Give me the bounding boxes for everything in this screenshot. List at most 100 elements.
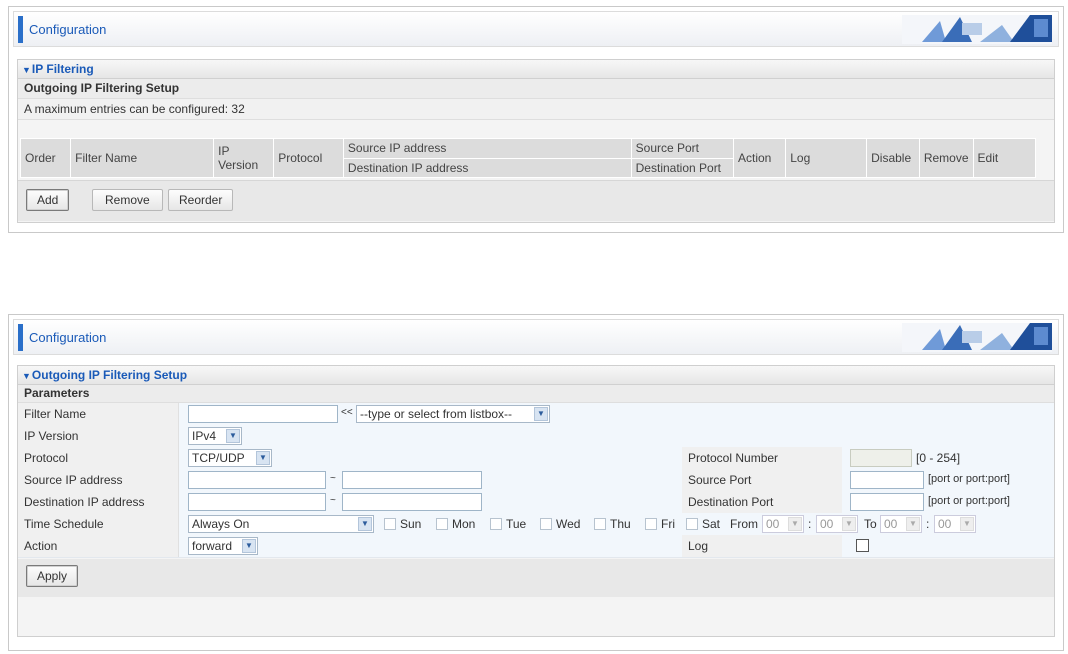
log-checkbox[interactable] <box>856 539 869 552</box>
configuration-title: Configuration <box>29 330 107 345</box>
action-select[interactable]: forward ▼ <box>188 537 258 555</box>
parameters-form: Filter Name << --type or select from lis… <box>18 403 1054 599</box>
day-label-sat: Sat <box>702 517 721 531</box>
time-schedule-value: Always On <box>192 517 250 531</box>
day-label-fri: Fri <box>661 517 675 531</box>
remove-button[interactable]: Remove <box>92 189 163 211</box>
source-port-hint: [port or port:port] <box>928 473 1010 485</box>
protocol-select[interactable]: TCP/UDP ▼ <box>188 449 272 467</box>
col-destination-ip: Destination IP address <box>342 157 632 178</box>
outgoing-setup-section: ▼Outgoing IP Filtering Setup Parameters … <box>17 365 1055 637</box>
source-ip-row: Source IP address ~ Source Port [port or… <box>18 469 1054 492</box>
col-disable: Disable <box>866 138 920 178</box>
chevron-down-icon: ▼ <box>226 429 240 443</box>
time-colon: : <box>808 517 812 531</box>
chevron-down-icon: ▼ <box>788 517 802 531</box>
destination-port-input[interactable] <box>850 493 924 511</box>
destination-ip-from-input[interactable] <box>188 493 326 511</box>
parameters-heading: Parameters <box>18 385 1054 403</box>
chevron-down-icon: ▼ <box>906 517 920 531</box>
source-port-label: Source Port <box>688 473 752 487</box>
chevron-down-icon: ▼ <box>960 517 974 531</box>
protocol-number-input[interactable] <box>850 449 912 467</box>
source-ip-to-input[interactable] <box>342 471 482 489</box>
day-checkbox-sat[interactable] <box>686 518 698 530</box>
chevron-down-icon: ▼ <box>256 451 270 465</box>
day-label-mon: Mon <box>452 517 476 531</box>
time-schedule-label: Time Schedule <box>24 517 104 531</box>
ip-filtering-panel: Configuration ▼IP Filtering Outgoing IP … <box>8 6 1064 233</box>
to-hour-value: 00 <box>884 517 898 531</box>
add-button[interactable]: Add <box>26 189 70 211</box>
day-checkbox-sun[interactable] <box>384 518 396 530</box>
network-logo-icon <box>902 323 1052 352</box>
destination-ip-to-input[interactable] <box>342 493 482 511</box>
destination-port-label: Destination Port <box>688 495 774 509</box>
day-checkbox-fri[interactable] <box>645 518 657 530</box>
time-schedule-select[interactable]: Always On ▼ <box>188 515 374 533</box>
configuration-header: Configuration <box>13 11 1059 47</box>
col-remove: Remove <box>918 138 974 178</box>
action-value: forward <box>192 539 233 553</box>
day-checkbox-tue[interactable] <box>490 518 502 530</box>
apply-button[interactable]: Apply <box>26 565 79 587</box>
destination-port-hint: [port or port:port] <box>928 495 1010 507</box>
from-minute-select[interactable]: 00 ▼ <box>816 515 858 533</box>
listbox-separator: << <box>341 407 353 418</box>
button-row: Add Remove Reorder <box>18 180 1054 221</box>
from-hour-select[interactable]: 00 ▼ <box>762 515 804 533</box>
col-ip-version: IP Version <box>213 138 275 178</box>
ip-version-select[interactable]: IPv4 ▼ <box>188 427 242 445</box>
to-minute-value: 00 <box>938 517 952 531</box>
from-label: From <box>730 517 758 531</box>
filter-name-listbox[interactable]: --type or select from listbox-- ▼ <box>356 405 550 423</box>
subheading: Outgoing IP Filtering Setup <box>18 79 1054 99</box>
to-label: To <box>864 517 877 531</box>
to-hour-select[interactable]: 00 ▼ <box>880 515 922 533</box>
source-ip-label: Source IP address <box>24 473 123 487</box>
protocol-number-label: Protocol Number <box>688 451 779 465</box>
collapse-triangle-icon[interactable]: ▼ <box>22 65 31 75</box>
day-checkbox-mon[interactable] <box>436 518 448 530</box>
action-row: Action forward ▼ Log <box>18 535 1054 558</box>
log-label: Log <box>688 539 709 553</box>
protocol-label: Protocol <box>24 451 69 465</box>
configuration-title: Configuration <box>29 22 107 37</box>
time-colon: : <box>926 517 930 531</box>
col-destination-port: Destination Port <box>630 157 735 178</box>
source-port-input[interactable] <box>850 471 924 489</box>
col-source-port: Source Port <box>630 138 735 159</box>
configuration-header-2: Configuration <box>13 319 1059 355</box>
filter-name-input[interactable] <box>188 405 338 423</box>
collapse-triangle-icon[interactable]: ▼ <box>22 371 31 381</box>
col-edit: Edit <box>972 138 1037 178</box>
ip-version-value: IPv4 <box>192 429 217 443</box>
filter-table: Order Filter Name IP Version Protocol So… <box>19 138 1037 178</box>
max-entries-text: A maximum entries can be configured: 32 <box>18 99 1054 120</box>
section-title-text: IP Filtering <box>31 62 94 76</box>
section-title: ▼IP Filtering <box>18 60 1054 79</box>
protocol-number-hint: [0 - 254] <box>916 451 961 465</box>
from-minute-value: 00 <box>820 517 834 531</box>
day-checkbox-thu[interactable] <box>594 518 606 530</box>
ip-version-row: IP Version IPv4 ▼ <box>18 425 1054 448</box>
col-source-ip: Source IP address <box>342 138 632 159</box>
chevron-down-icon: ▼ <box>842 517 856 531</box>
source-ip-from-input[interactable] <box>188 471 326 489</box>
day-label-wed: Wed <box>556 517 581 531</box>
apply-row: Apply <box>18 559 1054 597</box>
range-tilde: ~ <box>330 473 336 484</box>
day-label-tue: Tue <box>506 517 527 531</box>
outgoing-filter-setup-panel: Configuration ▼Outgoing IP Filtering Set… <box>8 314 1064 651</box>
from-hour-value: 00 <box>766 517 780 531</box>
day-label-thu: Thu <box>610 517 631 531</box>
day-checkbox-wed[interactable] <box>540 518 552 530</box>
filter-name-row: Filter Name << --type or select from lis… <box>18 403 1054 426</box>
time-schedule-row: Time Schedule Always On ▼ Sun Mon Tue We… <box>18 513 1054 536</box>
reorder-button[interactable]: Reorder <box>168 189 234 211</box>
network-logo-icon <box>902 15 1052 44</box>
col-log: Log <box>785 138 868 178</box>
chevron-down-icon: ▼ <box>358 517 372 531</box>
to-minute-select[interactable]: 00 ▼ <box>934 515 976 533</box>
table-header-row: Order Filter Name IP Version Protocol So… <box>19 138 1037 178</box>
